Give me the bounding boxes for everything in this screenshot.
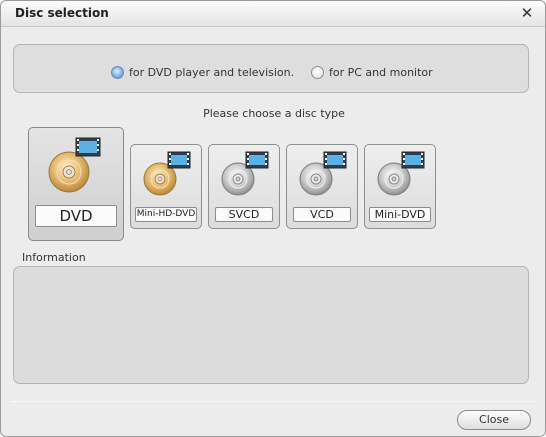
disc-label-svcd: SVCD: [215, 207, 273, 222]
radio-pc-monitor-label: for PC and monitor: [329, 65, 433, 79]
close-icon[interactable]: ✕: [519, 4, 535, 22]
radio-dvd-player[interactable]: for DVD player and television.: [111, 65, 294, 79]
radio-dvd-player-label: for DVD player and television.: [129, 65, 295, 79]
silver-disc-film-icon: [377, 151, 425, 196]
title-bar: Disc selection ✕: [1, 1, 545, 27]
close-button[interactable]: Close: [457, 410, 531, 430]
silver-disc-film-icon: [221, 151, 269, 196]
radio-checked-icon[interactable]: [111, 65, 124, 79]
radio-unchecked-icon[interactable]: [311, 65, 324, 79]
disc-option-svcd[interactable]: SVCD: [208, 144, 280, 229]
disc-label-mini-dvd: Mini-DVD: [369, 207, 431, 222]
disc-option-dvd[interactable]: DVD: [28, 127, 124, 241]
disc-option-mini-hd-dvd[interactable]: Mini-HD-DVD: [130, 144, 202, 229]
disc-label-dvd: DVD: [35, 205, 117, 227]
disc-option-vcd[interactable]: VCD: [286, 144, 358, 229]
disc-selection-dialog: Disc selection ✕ for DVD player and tele…: [0, 0, 546, 437]
disc-label-vcd: VCD: [293, 207, 351, 222]
disc-type-prompt: Please choose a disc type: [203, 107, 345, 120]
radio-pc-monitor[interactable]: for PC and monitor: [311, 65, 433, 79]
disc-label-mini-hd-dvd: Mini-HD-DVD: [135, 207, 197, 222]
dialog-title: Disc selection: [15, 6, 109, 20]
output-mode-panel: for DVD player and television. for PC an…: [13, 44, 529, 93]
silver-disc-film-icon: [299, 151, 347, 196]
gold-disc-film-icon: [48, 137, 101, 193]
disc-option-mini-dvd[interactable]: Mini-DVD: [364, 144, 436, 229]
information-box: [13, 266, 529, 384]
gold-disc-film-icon: [143, 151, 191, 196]
information-label: Information: [22, 251, 86, 264]
footer-divider: [11, 401, 535, 402]
